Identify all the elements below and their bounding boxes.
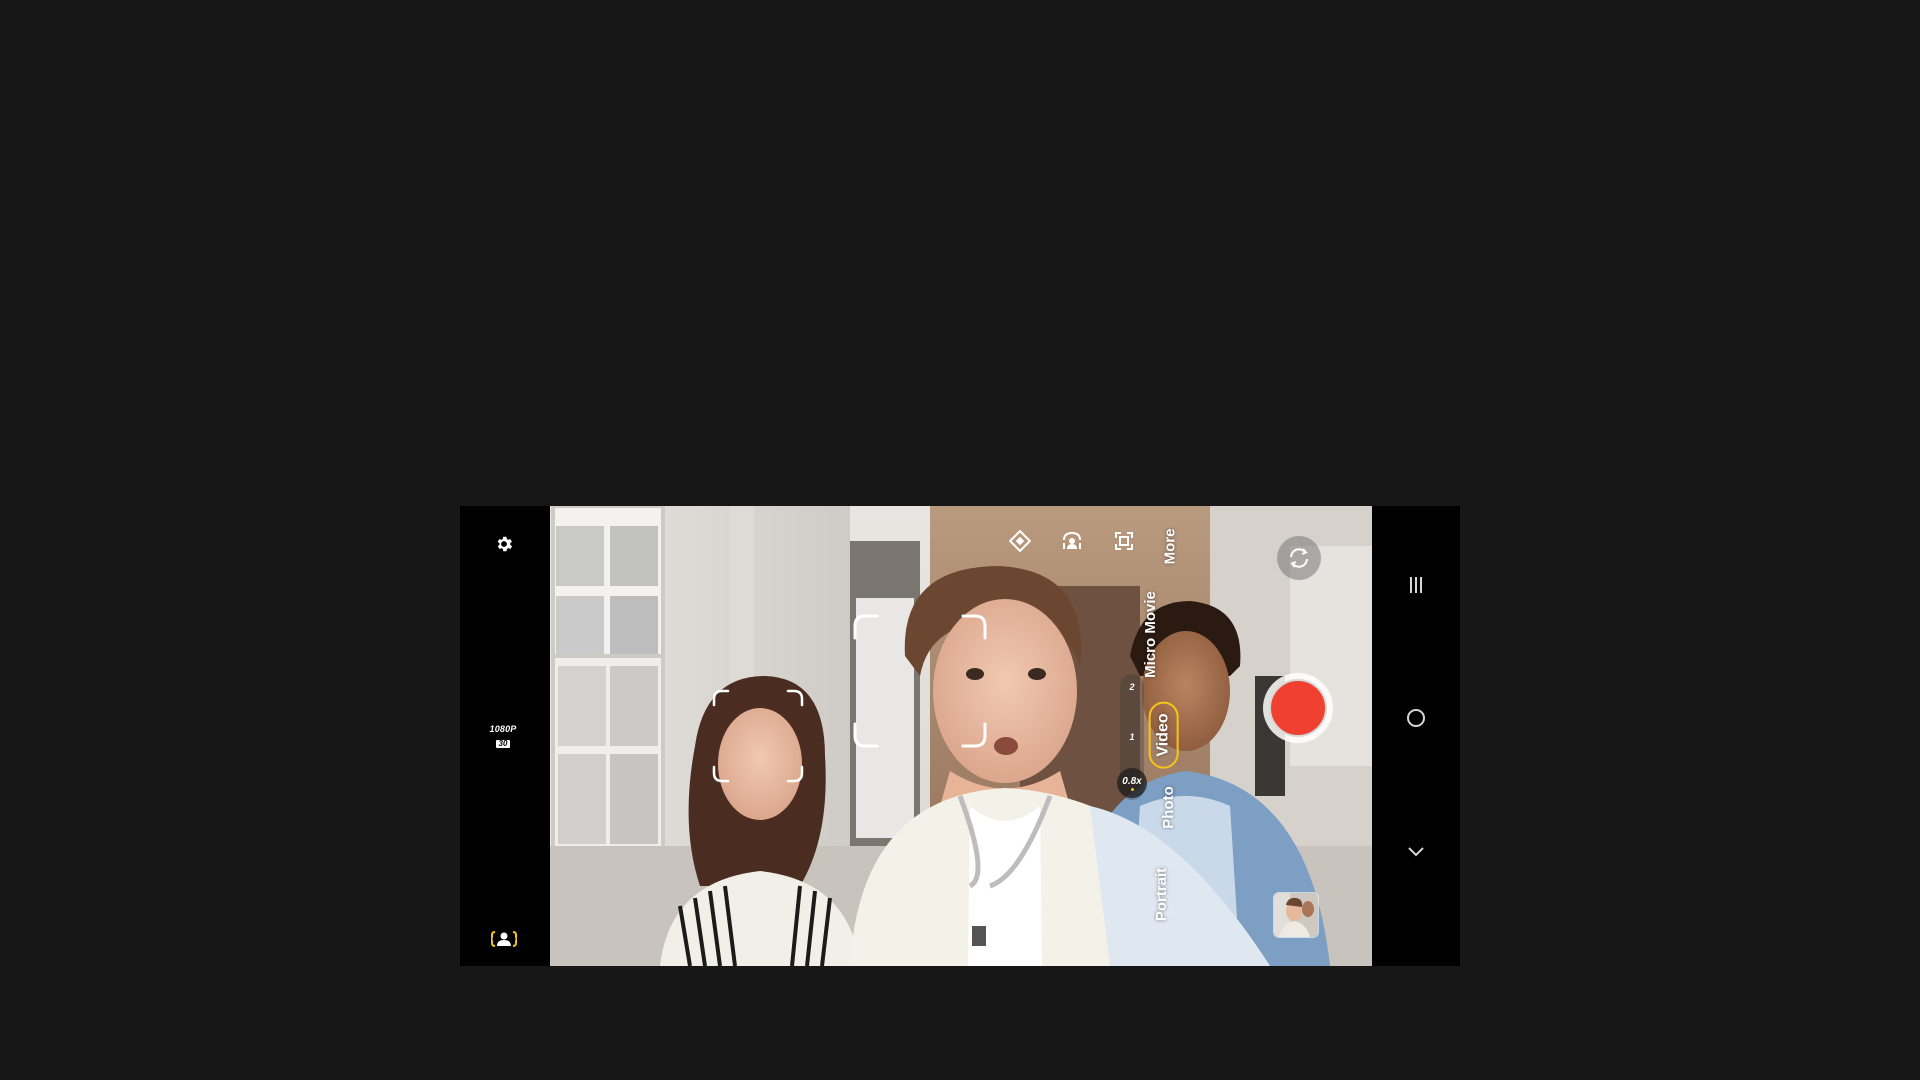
gear-icon (497, 536, 513, 552)
mode-photo[interactable]: Photo (1160, 786, 1177, 829)
camera-app-window: 1080P 30 2 1 0.8x Portrait Photo Video M… (460, 506, 1460, 966)
stabilization-icon (1009, 530, 1031, 552)
recent-apps-icon (1410, 577, 1422, 593)
ai-subject-button[interactable] (1057, 526, 1087, 556)
camera-viewfinder[interactable]: 2 1 0.8x Portrait Photo Video Micro Movi… (550, 506, 1372, 966)
zoom-tick-2x[interactable]: 2 (1120, 682, 1144, 692)
mode-micro-movie[interactable]: Micro Movie (1142, 591, 1159, 678)
gallery-preview-image (1274, 893, 1318, 937)
left-control-bar: 1080P 30 (460, 506, 550, 966)
back-chevron-icon (1408, 847, 1424, 857)
resolution-label: 1080P (489, 724, 517, 734)
face-tracking-button[interactable] (484, 919, 524, 959)
stabilization-button[interactable] (1005, 526, 1035, 556)
zoom-tick-1x[interactable]: 1 (1120, 732, 1144, 742)
framerate-label: 30 (495, 740, 511, 748)
face-tracking-icon (491, 931, 517, 947)
switch-camera-button[interactable] (1277, 536, 1321, 580)
mode-portrait[interactable]: Portrait (1153, 868, 1170, 921)
face-focus-frame-primary (853, 614, 987, 748)
home-button[interactable] (1401, 703, 1431, 733)
settings-button[interactable] (484, 524, 524, 564)
back-button[interactable] (1401, 837, 1431, 867)
gallery-thumbnail[interactable] (1273, 892, 1319, 938)
ai-subject-icon (1063, 531, 1081, 549)
frame-icon (1115, 532, 1133, 550)
face-focus-frame-secondary (712, 689, 804, 783)
home-icon (1407, 709, 1425, 727)
frame-button[interactable] (1109, 526, 1139, 556)
zoom-indicator-dot (1130, 787, 1134, 791)
zoom-current-level[interactable]: 0.8x (1117, 768, 1147, 798)
record-indicator (1269, 679, 1327, 737)
mode-more[interactable]: More (1161, 529, 1178, 565)
switch-camera-icon (1290, 548, 1308, 568)
record-button[interactable] (1263, 673, 1333, 743)
recent-apps-button[interactable] (1401, 570, 1431, 600)
zoom-current-label: 0.8x (1122, 775, 1142, 787)
system-navigation-bar (1372, 506, 1460, 966)
resolution-toggle[interactable]: 1080P 30 (486, 725, 520, 750)
mode-video[interactable]: Video (1148, 701, 1179, 769)
